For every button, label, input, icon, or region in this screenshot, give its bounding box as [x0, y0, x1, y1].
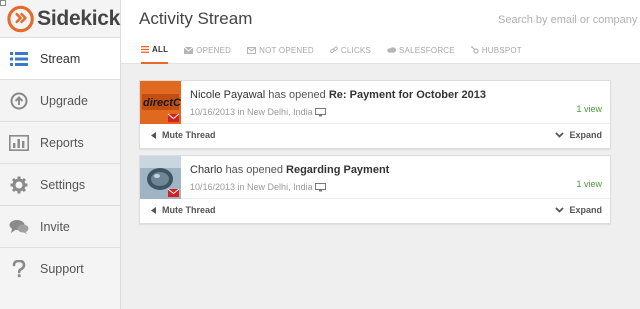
expand-label: Expand: [569, 205, 602, 215]
sender-thumbnail: directCPV: [140, 81, 181, 124]
header: Activity Stream: [121, 0, 640, 37]
sidebar-item-label: Upgrade: [40, 93, 88, 108]
email-subject[interactable]: Regarding Payment: [286, 164, 389, 176]
view-count: 1 view: [576, 179, 602, 189]
recipient-name[interactable]: Charlo: [190, 164, 222, 176]
search-input[interactable]: [498, 14, 640, 26]
chevron-down-icon: [555, 132, 565, 138]
tab-all[interactable]: ALL: [141, 37, 169, 64]
sidebar-item-label: Settings: [40, 177, 86, 192]
sidebar-item-label: Reports: [40, 135, 84, 150]
list-icon: [9, 49, 29, 69]
envelope-icon: [247, 46, 257, 54]
sidekick-logo-icon: [7, 5, 34, 32]
activity-verb: has opened: [225, 164, 283, 176]
tab-label: OPENED: [196, 45, 232, 55]
expand-button[interactable]: Expand: [555, 130, 602, 140]
activity-meta: 10/16/2013 in New Delhi, India: [190, 182, 326, 192]
filter-tabs: ALL OPENED NOT OPENED CLICKS SALESFORCE …: [121, 37, 640, 64]
mute-thread-button[interactable]: Mute Thread: [151, 205, 216, 215]
activity-card-main[interactable]: Charlo has opened Regarding Payment 10/1…: [140, 156, 610, 199]
sidebar-item-reports[interactable]: Reports: [0, 121, 120, 163]
page-title: Activity Stream: [139, 9, 253, 28]
sidebar-item-label: Invite: [40, 219, 70, 234]
gear-icon: [9, 175, 29, 195]
activity-card-footer: Mute Thread Expand: [140, 199, 610, 223]
tab-not-opened[interactable]: NOT OPENED: [247, 37, 314, 64]
chevron-down-icon: [555, 207, 565, 213]
brand[interactable]: Sidekick: [0, 0, 120, 37]
chat-bubbles-icon: [9, 217, 29, 237]
tab-hubspot[interactable]: HUBSPOT: [470, 37, 522, 64]
bar-chart-icon: [9, 133, 29, 153]
brand-name: Sidekick: [37, 6, 120, 30]
sender-thumbnail: [140, 156, 181, 199]
activity-headline: Charlo has opened Regarding Payment: [190, 164, 389, 176]
speaker-icon: [151, 131, 156, 139]
view-count: 1 view: [576, 104, 602, 114]
desktop-icon: [314, 107, 326, 117]
recipient-name[interactable]: Nicole Payawal: [190, 89, 265, 101]
thumbnail-text: directCPV: [143, 97, 181, 109]
activity-card-footer: Mute Thread Expand: [140, 124, 610, 148]
sprocket-icon: [470, 46, 479, 54]
tab-label: NOT OPENED: [259, 45, 314, 55]
sidebar-item-support[interactable]: Support: [0, 247, 120, 289]
arrow-up-circle-icon: [9, 91, 29, 111]
speaker-icon: [151, 206, 156, 214]
mute-thread-label: Mute Thread: [162, 130, 216, 140]
activity-card-main[interactable]: directCPV Nicole Payawal has opened Re: …: [140, 81, 610, 124]
sidebar-item-upgrade[interactable]: Upgrade: [0, 79, 120, 121]
tab-opened[interactable]: OPENED: [184, 37, 231, 64]
mute-thread-button[interactable]: Mute Thread: [151, 130, 216, 140]
sidebar: Sidekick Stream Upgrade Reports Settings: [0, 0, 121, 309]
activity-card: directCPV Nicole Payawal has opened Re: …: [139, 80, 611, 149]
sidebar-item-settings[interactable]: Settings: [0, 163, 120, 205]
activity-headline: Nicole Payawal has opened Re: Payment fo…: [190, 89, 486, 101]
desktop-icon: [314, 182, 326, 192]
sidebar-item-label: Stream: [40, 51, 81, 66]
sidebar-nav: Stream Upgrade Reports Settings Invite S…: [0, 37, 120, 289]
tab-label: SALESFORCE: [399, 45, 455, 55]
expand-label: Expand: [569, 130, 602, 140]
email-subject[interactable]: Re: Payment for October 2013: [329, 89, 486, 101]
activity-date-location: 10/16/2013 in New Delhi, India: [190, 182, 313, 192]
sidebar-item-stream[interactable]: Stream: [0, 37, 120, 79]
link-icon: [330, 46, 338, 54]
activity-card: Charlo has opened Regarding Payment 10/1…: [139, 155, 611, 224]
list-icon: [141, 45, 149, 53]
question-icon: [9, 259, 29, 279]
activity-verb: has opened: [268, 89, 326, 101]
activity-meta: 10/16/2013 in New Delhi, India: [190, 107, 326, 117]
mute-thread-label: Mute Thread: [162, 205, 216, 215]
sidebar-item-invite[interactable]: Invite: [0, 205, 120, 247]
tab-label: ALL: [152, 44, 169, 54]
sidebar-item-label: Support: [40, 261, 84, 276]
tab-clicks[interactable]: CLICKS: [330, 37, 371, 64]
cloud-icon: [387, 47, 397, 53]
tab-label: CLICKS: [340, 45, 372, 55]
tab-label: HUBSPOT: [481, 45, 522, 55]
tab-salesforce[interactable]: SALESFORCE: [387, 37, 455, 64]
activity-date-location: 10/16/2013 in New Delhi, India: [190, 107, 313, 117]
envelope-icon: [184, 46, 194, 54]
expand-button[interactable]: Expand: [555, 205, 602, 215]
